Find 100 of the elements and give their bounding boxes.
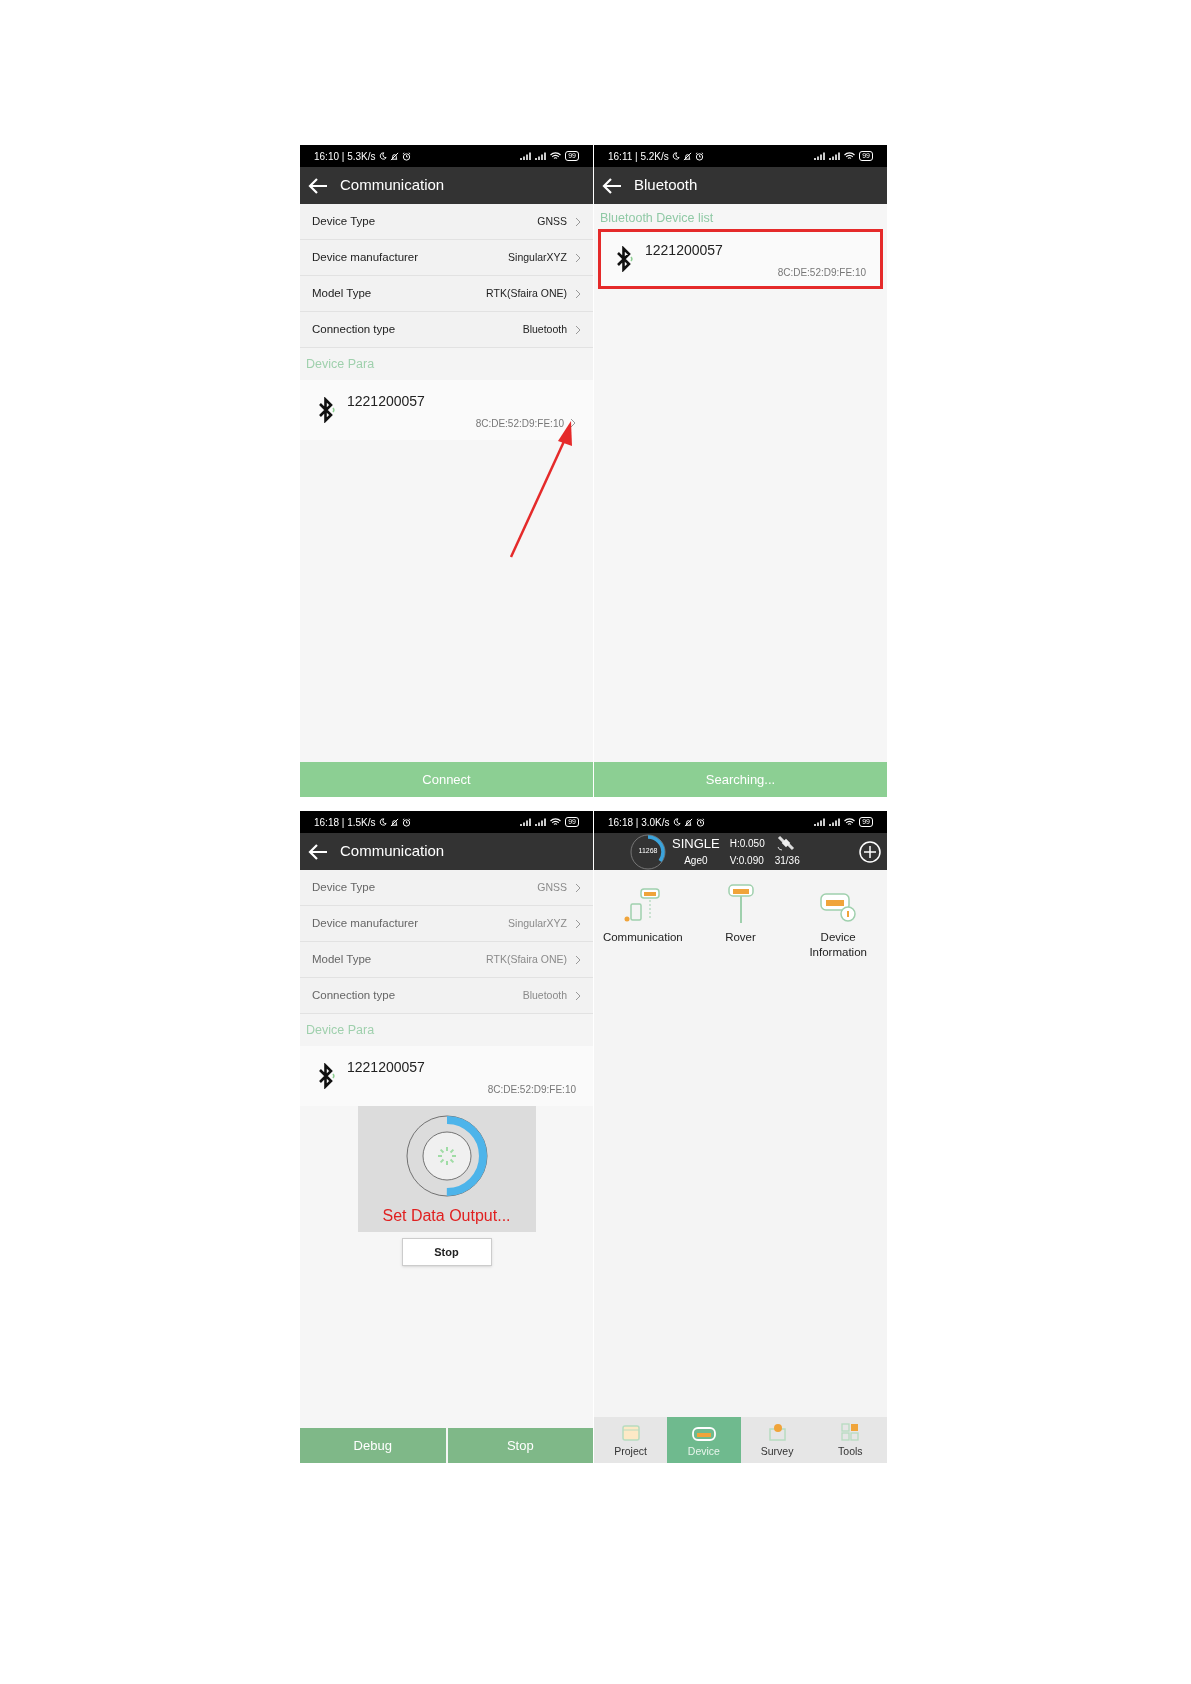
signal-icon	[520, 818, 532, 826]
folder-icon	[621, 1425, 640, 1442]
chevron-icon	[575, 288, 581, 299]
receiver-phone-icon	[622, 888, 663, 924]
section-title: Bluetooth Device list	[599, 210, 715, 227]
setting-value: SingularXYZ	[508, 915, 567, 931]
nav-tab[interactable]: Survey	[740, 1417, 814, 1463]
signal-icon	[535, 152, 547, 160]
chevron-icon	[575, 990, 581, 1001]
moon-icon	[378, 818, 387, 826]
status-text: 16:10 | 5.3K/s	[314, 149, 376, 164]
mute-icon	[389, 817, 399, 827]
device-item[interactable]: 1221200057 8C:DE:52:D9:FE:10	[598, 228, 883, 289]
satellite-icon	[774, 835, 797, 851]
header-title: Bluetooth	[634, 175, 698, 196]
setting-value: GNSS	[537, 879, 567, 895]
tools-grid-icon	[841, 1423, 860, 1442]
status-text: 16:18 | 3.0K/s	[608, 815, 670, 830]
alarm-icon	[695, 817, 705, 827]
device-address: 8C:DE:52:D9:FE:10	[487, 1082, 576, 1097]
menu-tile[interactable]: Device Information	[789, 884, 887, 960]
settings-row[interactable]: Model Type RTK(Sfaira ONE)	[300, 276, 593, 312]
setting-label: Device Type	[312, 879, 377, 895]
age-value: Age0	[683, 853, 709, 868]
menu-label: Rover	[724, 930, 757, 945]
menu-label: Communication	[602, 930, 683, 945]
chevron-icon	[575, 954, 581, 965]
wifi-icon	[844, 818, 856, 826]
device-name: 1221200057	[347, 391, 426, 411]
back-arrow-icon[interactable]	[308, 843, 328, 860]
setting-label: Model Type	[312, 951, 373, 967]
alarm-icon	[694, 151, 704, 161]
add-icon[interactable]	[859, 840, 881, 863]
v-precision: V:0.090	[729, 853, 765, 868]
back-arrow-icon[interactable]	[308, 177, 328, 194]
stop-button[interactable]: Stop	[401, 1237, 492, 1266]
setting-label: Device manufacturer	[312, 249, 420, 265]
device-item[interactable]: 1221200057 8C:DE:52:D9:FE:10	[300, 379, 593, 440]
device-item[interactable]: 1221200057 8C:DE:52:D9:FE:10	[300, 1045, 593, 1106]
setting-value: RTK(Sfaira ONE)	[486, 951, 567, 967]
device-address: 8C:DE:52:D9:FE:10	[777, 265, 866, 280]
bluetooth-icon	[615, 245, 635, 272]
header-title: Communication	[340, 841, 445, 862]
device-name: 1221200057	[347, 1057, 426, 1077]
header-title: Communication	[340, 175, 445, 196]
signal-icon	[814, 818, 826, 826]
menu-tile[interactable]: Rover	[691, 884, 790, 945]
bluetooth-icon	[317, 396, 337, 423]
chevron-icon	[575, 324, 581, 335]
accuracy-ring	[630, 833, 666, 870]
wifi-icon	[550, 818, 562, 826]
settings-row[interactable]: Device manufacturer SingularXYZ	[300, 240, 593, 276]
satellite-count: 31/36	[774, 853, 800, 868]
status-text: 16:11 | 5.2K/s	[608, 149, 669, 164]
signal-icon	[829, 152, 841, 160]
back-arrow-icon[interactable]	[602, 177, 622, 194]
setting-label: Device Type	[312, 213, 377, 229]
map-pin-icon	[767, 1423, 788, 1442]
solution-mode: SINGLE	[672, 834, 720, 852]
device-name: 1221200057	[645, 240, 724, 260]
setting-value: Bluetooth	[522, 321, 567, 337]
alarm-icon	[401, 817, 411, 827]
receiver-icon	[691, 1427, 716, 1442]
moon-icon	[672, 818, 681, 826]
progress-message: Set Data Output...	[382, 1205, 511, 1226]
chevron-icon	[575, 252, 581, 263]
mute-icon	[389, 151, 399, 161]
signal-icon	[535, 818, 547, 826]
setting-label: Model Type	[312, 285, 373, 301]
status-text: 16:18 | 1.5K/s	[314, 815, 376, 830]
receiver-info-icon	[819, 892, 858, 924]
setting-value: SingularXYZ	[508, 249, 567, 265]
setting-label: Connection type	[312, 321, 397, 337]
menu-tile[interactable]: Communication	[594, 884, 692, 945]
alarm-icon	[401, 151, 411, 161]
wifi-icon	[550, 152, 562, 160]
h-precision: H:0.050	[729, 836, 765, 851]
moon-icon	[671, 152, 680, 160]
wifi-icon	[844, 152, 856, 160]
signal-icon	[814, 152, 826, 160]
rover-pole-icon	[725, 884, 756, 924]
setting-label: Connection type	[312, 987, 397, 1003]
menu-label: Device Information	[808, 930, 868, 960]
setting-value: RTK(Sfaira ONE)	[486, 285, 567, 301]
nav-tab[interactable]: Project	[594, 1417, 668, 1463]
setting-value: GNSS	[537, 213, 567, 229]
mute-icon	[683, 817, 693, 827]
chevron-icon	[575, 918, 581, 929]
device-address: 8C:DE:52:D9:FE:10	[475, 416, 564, 431]
chevron-icon	[575, 216, 581, 227]
setting-value: Bluetooth	[522, 987, 567, 1003]
setting-label: Device manufacturer	[312, 915, 420, 931]
nav-tab[interactable]: Tools	[813, 1417, 887, 1463]
moon-icon	[378, 152, 387, 160]
chevron-icon	[575, 882, 581, 893]
signal-icon	[829, 818, 841, 826]
settings-row[interactable]: Device Type GNSS	[300, 204, 593, 240]
signal-icon	[520, 152, 532, 160]
mute-icon	[682, 151, 692, 161]
settings-row[interactable]: Connection type Bluetooth	[300, 312, 593, 348]
